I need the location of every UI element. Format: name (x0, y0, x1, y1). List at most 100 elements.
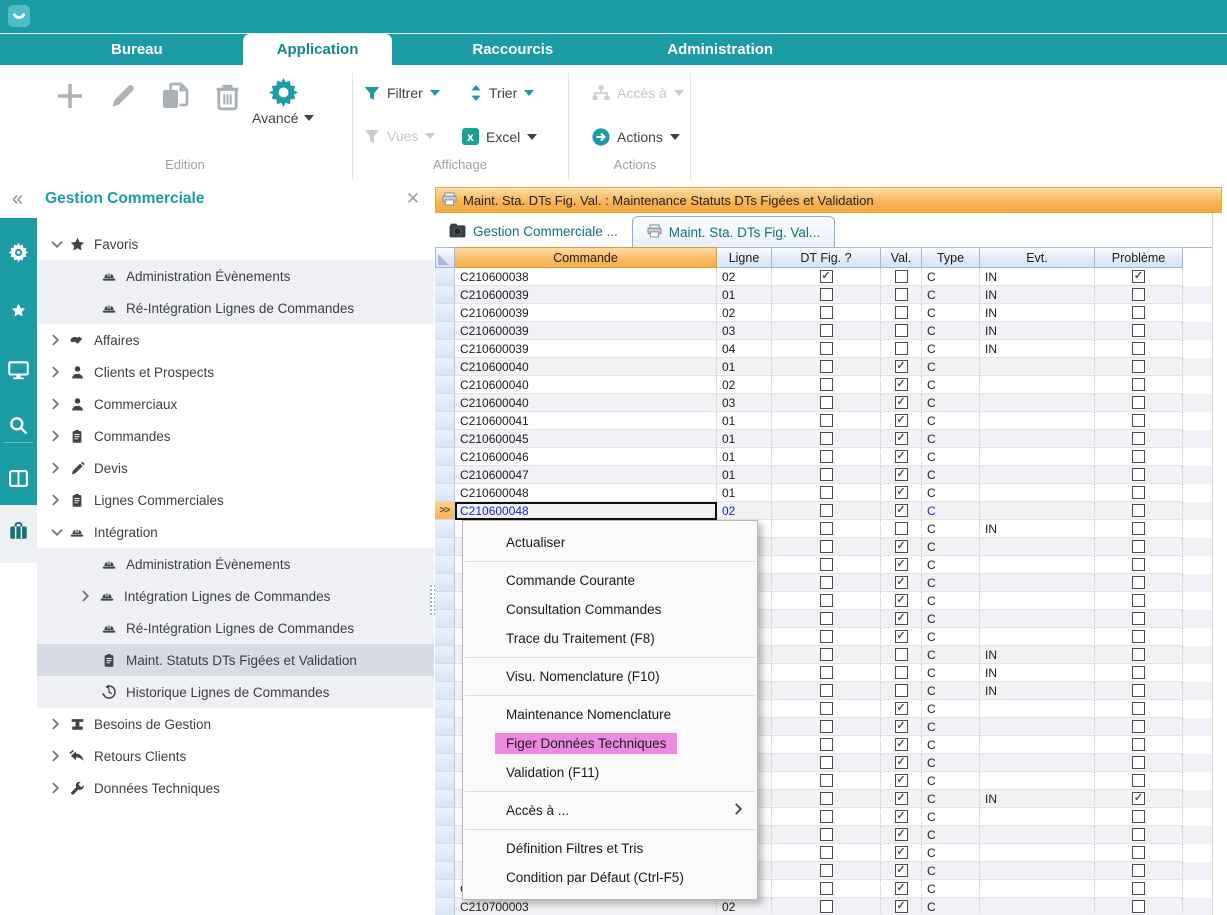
rail-monitor-icon[interactable] (0, 361, 37, 380)
cell-dt_fig[interactable] (772, 358, 881, 376)
cell-evt[interactable] (980, 862, 1095, 880)
excel-export-button[interactable]: x Excel (462, 128, 537, 145)
chevron-right-icon[interactable] (51, 398, 69, 410)
checkbox-checked[interactable]: ✓ (895, 432, 908, 445)
document-tab-inactive[interactable]: Gestion Commerciale ... (435, 216, 632, 247)
checkbox-unchecked[interactable] (1132, 522, 1145, 535)
table-row[interactable]: C21060004002✓C (435, 376, 1212, 394)
cell-dt_fig[interactable] (772, 844, 881, 862)
grid-corner-select-all[interactable] (435, 247, 455, 268)
row-gutter[interactable] (435, 772, 455, 790)
checkbox-checked[interactable]: ✓ (895, 792, 908, 805)
checkbox-unchecked[interactable] (1132, 360, 1145, 373)
checkbox-unchecked[interactable] (820, 540, 833, 553)
cell-probleme[interactable] (1095, 358, 1183, 376)
cell-val[interactable]: ✓ (881, 394, 922, 412)
cell-dt_fig[interactable] (772, 880, 881, 898)
tree-item-favoris[interactable]: Favoris (37, 228, 434, 260)
cell-probleme[interactable] (1095, 664, 1183, 682)
cell-dt_fig[interactable] (772, 682, 881, 700)
cell-dt_fig[interactable] (772, 286, 881, 304)
row-gutter[interactable] (435, 610, 455, 628)
cell-evt[interactable]: IN (980, 682, 1095, 700)
cell-val[interactable]: ✓ (881, 772, 922, 790)
tree-item-commerciaux[interactable]: Commerciaux (37, 388, 434, 420)
cell-type[interactable]: C (922, 592, 980, 610)
cell-val[interactable] (881, 340, 922, 358)
cell-type[interactable]: C (922, 880, 980, 898)
delete-trash-button[interactable] (214, 82, 241, 111)
row-gutter[interactable] (435, 718, 455, 736)
row-gutter[interactable] (435, 898, 455, 915)
checkbox-unchecked[interactable] (895, 522, 908, 535)
checkbox-unchecked[interactable] (820, 720, 833, 733)
cell-type[interactable]: C (922, 862, 980, 880)
cell-probleme[interactable] (1095, 574, 1183, 592)
cell-commande[interactable]: C210600041 (455, 412, 717, 430)
table-row[interactable]: C21060004001✓C (435, 358, 1212, 376)
cell-evt[interactable] (980, 556, 1095, 574)
checkbox-checked[interactable]: ✓ (895, 810, 908, 823)
table-row[interactable]: C21060003904CIN (435, 340, 1212, 358)
cell-evt[interactable] (980, 538, 1095, 556)
checkbox-unchecked[interactable] (820, 504, 833, 517)
cell-type[interactable]: C (922, 556, 980, 574)
checkbox-checked[interactable]: ✓ (895, 576, 908, 589)
cell-ligne[interactable]: 02 (717, 502, 772, 520)
cell-evt[interactable]: IN (980, 790, 1095, 808)
checkbox-checked[interactable]: ✓ (895, 360, 908, 373)
cell-evt[interactable]: IN (980, 304, 1095, 322)
cell-probleme[interactable]: ✓ (1095, 268, 1183, 286)
checkbox-unchecked[interactable] (895, 666, 908, 679)
checkbox-unchecked[interactable] (1132, 396, 1145, 409)
checkbox-checked[interactable]: ✓ (895, 468, 908, 481)
cell-type[interactable]: C (922, 736, 980, 754)
table-row[interactable]: C21060004501✓C (435, 430, 1212, 448)
cell-dt_fig[interactable] (772, 826, 881, 844)
table-row[interactable]: C21060004701✓C (435, 466, 1212, 484)
cell-type[interactable]: C (922, 772, 980, 790)
row-gutter[interactable] (435, 538, 455, 556)
cell-val[interactable] (881, 520, 922, 538)
checkbox-unchecked[interactable] (820, 396, 833, 409)
cell-dt_fig[interactable] (772, 898, 881, 915)
checkbox-unchecked[interactable] (820, 684, 833, 697)
row-gutter[interactable] (435, 790, 455, 808)
cell-evt[interactable] (980, 394, 1095, 412)
checkbox-unchecked[interactable] (1132, 702, 1145, 715)
cell-evt[interactable] (980, 880, 1095, 898)
cell-evt[interactable] (980, 610, 1095, 628)
checkbox-checked[interactable]: ✓ (895, 540, 908, 553)
views-button[interactable]: Vues (364, 128, 435, 144)
checkbox-checked[interactable]: ✓ (895, 486, 908, 499)
checkbox-unchecked[interactable] (1132, 612, 1145, 625)
cell-val[interactable]: ✓ (881, 754, 922, 772)
cell-type[interactable]: C (922, 718, 980, 736)
checkbox-checked[interactable]: ✓ (895, 900, 908, 913)
cell-evt[interactable]: IN (980, 286, 1095, 304)
checkbox-unchecked[interactable] (820, 702, 833, 715)
cell-commande[interactable]: C210600039 (455, 304, 717, 322)
cell-val[interactable]: ✓ (881, 430, 922, 448)
current-row-marker[interactable]: >> (435, 502, 455, 520)
cell-type[interactable]: C (922, 808, 980, 826)
checkbox-unchecked[interactable] (820, 288, 833, 301)
collapse-panel-button[interactable]: « (12, 188, 21, 211)
menu-item-condition-par-d-faut-ctrl-f5[interactable]: Condition par Défaut (Ctrl-F5) (463, 863, 757, 892)
edit-pencil-button[interactable] (108, 81, 138, 111)
cell-evt[interactable] (980, 484, 1095, 502)
cell-probleme[interactable] (1095, 484, 1183, 502)
cell-val[interactable]: ✓ (881, 592, 922, 610)
cell-evt[interactable] (980, 898, 1095, 915)
cell-dt_fig[interactable] (772, 484, 881, 502)
checkbox-checked[interactable]: ✓ (895, 450, 908, 463)
cell-commande[interactable]: C210600038 (455, 268, 717, 286)
checkbox-unchecked[interactable] (1132, 810, 1145, 823)
cell-type[interactable]: C (922, 394, 980, 412)
cell-probleme[interactable] (1095, 376, 1183, 394)
cell-ligne[interactable]: 02 (717, 304, 772, 322)
menu-item-figer-donn-es-techniques[interactable]: Figer Données Techniques (463, 729, 757, 758)
cell-type[interactable]: C (922, 502, 980, 520)
cell-val[interactable] (881, 286, 922, 304)
column-header-probleme[interactable]: Problème (1095, 247, 1183, 268)
